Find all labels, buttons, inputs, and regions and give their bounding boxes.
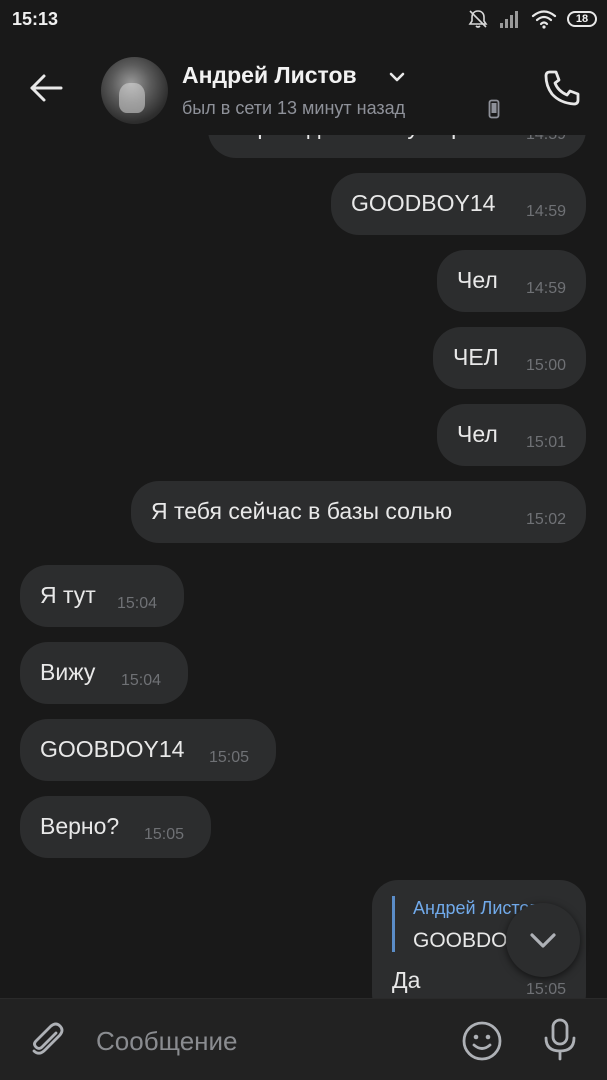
message-input[interactable] <box>96 1023 426 1059</box>
last-seen-status: был в сети 13 минут назад <box>182 98 406 118</box>
smiley-icon <box>462 1021 502 1061</box>
message-time: 14:59 <box>525 203 566 220</box>
chat-header: Андрей Листов был в сети 13 минут назад <box>0 40 607 135</box>
message-bubble-incoming[interactable]: Я тут 15:04 <box>20 565 184 627</box>
message-time: 15:01 <box>525 434 566 451</box>
message-text: Чел <box>457 421 498 447</box>
message-time: 15:02 <box>525 511 566 528</box>
message-bubble-outgoing[interactable]: Я тебя сейчас в базы солью 15:02 <box>131 481 586 543</box>
message-text: ЧЕЛ <box>453 344 499 370</box>
do-not-disturb-icon <box>468 10 488 28</box>
message-time: 15:00 <box>525 357 566 374</box>
message-bubble-outgoing[interactable]: Чел 15:01 <box>437 404 586 466</box>
message-bubble-outgoing[interactable]: ЧЕЛ 15:00 <box>433 327 586 389</box>
signal-icon <box>500 11 518 28</box>
message-text: GOODBOY14 <box>351 190 496 216</box>
chevron-down-icon[interactable] <box>388 71 406 83</box>
voice-record-button[interactable] <box>540 1017 580 1063</box>
emoji-button[interactable] <box>460 1019 504 1063</box>
contact-name[interactable]: Андрей Листов <box>182 62 357 89</box>
scroll-to-bottom-button[interactable] <box>506 903 580 977</box>
message-bubble-incoming[interactable]: Вижу 15:04 <box>20 642 188 704</box>
status-time: 15:13 <box>12 9 59 29</box>
microphone-icon <box>544 1018 576 1061</box>
call-button[interactable] <box>540 66 584 110</box>
chevron-down-icon <box>530 933 556 948</box>
message-time: 15:04 <box>117 595 158 612</box>
battery-icon: 18 <box>567 11 597 27</box>
wifi-icon <box>531 10 557 29</box>
message-list[interactable]: Переводи по нику бор 14:59 GOODBOY14 14:… <box>0 0 607 1020</box>
message-bubble-outgoing[interactable]: GOODBOY14 14:59 <box>331 173 586 235</box>
attach-button[interactable] <box>26 1019 68 1061</box>
mobile-device-icon <box>488 99 500 119</box>
chat-screen: Переводи по нику бор 14:59 GOODBOY14 14:… <box>0 0 607 1080</box>
message-text: Вижу <box>40 659 96 685</box>
status-icons: 18 <box>467 8 597 30</box>
message-bubble-outgoing[interactable]: Чел 14:59 <box>437 250 586 312</box>
battery-level: 18 <box>575 13 589 25</box>
message-text: Верно? <box>40 813 120 839</box>
back-button[interactable] <box>26 68 66 108</box>
status-bar: 15:13 18 <box>0 0 607 40</box>
arrow-left-icon <box>30 74 63 102</box>
message-text: Я тебя сейчас в базы солью <box>151 498 453 524</box>
avatar[interactable] <box>101 57 168 124</box>
phone-icon <box>544 70 580 106</box>
message-text: Чел <box>457 267 498 293</box>
message-text: Я тут <box>40 582 96 608</box>
message-time: 15:05 <box>144 826 185 843</box>
message-composer <box>0 998 607 1080</box>
quote-bar <box>392 896 395 952</box>
message-text: GOOBDOY14 <box>40 736 185 762</box>
message-time: 14:59 <box>525 280 566 297</box>
message-time: 15:04 <box>121 672 162 689</box>
message-bubble-incoming[interactable]: GOOBDOY14 15:05 <box>20 719 276 781</box>
message-text: Да <box>392 967 421 993</box>
message-time: 15:05 <box>525 981 566 998</box>
message-bubble-incoming[interactable]: Верно? 15:05 <box>20 796 211 858</box>
message-time: 15:05 <box>209 749 250 766</box>
paperclip-icon <box>32 1022 64 1055</box>
